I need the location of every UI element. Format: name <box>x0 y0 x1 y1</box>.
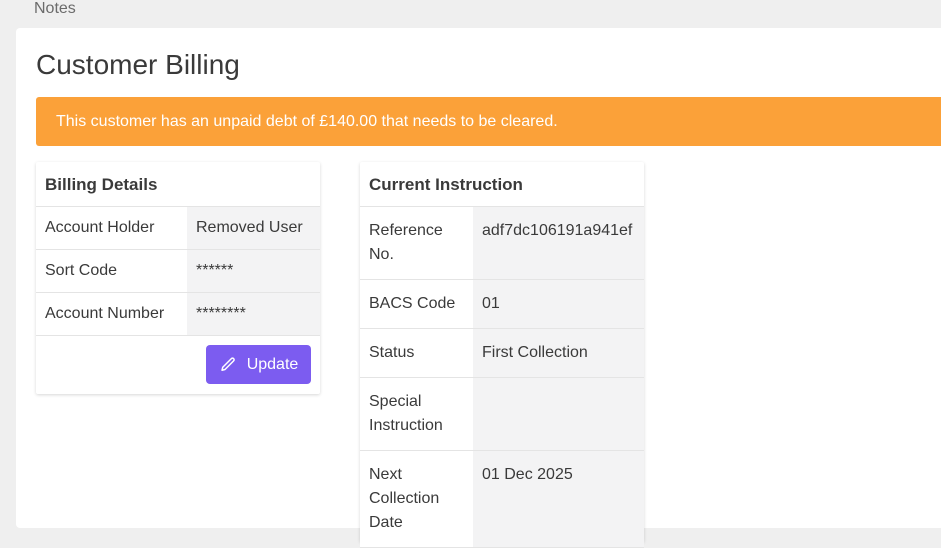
status-value: First Collection <box>473 329 644 377</box>
account-number-label: Account Number <box>36 293 187 335</box>
account-holder-value: Removed User <box>187 207 320 249</box>
sort-code-label: Sort Code <box>36 250 187 292</box>
special-instruction-value <box>473 378 644 450</box>
current-instruction-card: Current Instruction Reference No. adf7dc… <box>360 162 644 548</box>
table-row: BACS Code 01 <box>360 280 644 329</box>
reference-no-label: Reference No. <box>360 207 473 279</box>
main-panel: Customer Billing This customer has an un… <box>16 28 941 548</box>
debt-alert-banner: This customer has an unpaid debt of £140… <box>36 97 941 146</box>
update-button-label: Update <box>246 355 299 373</box>
table-row: Status First Collection <box>360 329 644 378</box>
table-row: Special Instruction <box>360 378 644 451</box>
table-row: Reference No. adf7dc106191a941ef <box>360 207 644 280</box>
reference-no-value: adf7dc106191a941ef <box>473 207 644 279</box>
pencil-icon <box>219 356 237 374</box>
table-row: Sort Code ****** <box>36 250 320 293</box>
status-label: Status <box>360 329 473 377</box>
special-instruction-label: Special Instruction <box>360 378 473 450</box>
next-collection-date-label: Next Collection Date <box>360 451 473 547</box>
table-row: Account Holder Removed User <box>36 207 320 250</box>
billing-details-header: Billing Details <box>36 162 320 207</box>
account-holder-label: Account Holder <box>36 207 187 249</box>
bacs-code-value: 01 <box>473 280 644 328</box>
table-row: Next Collection Date 01 Dec 2025 <box>360 451 644 548</box>
next-collection-date-value: 01 Dec 2025 <box>473 451 644 547</box>
sort-code-value: ****** <box>187 250 320 292</box>
account-number-value: ******** <box>187 293 320 335</box>
billing-details-card: Billing Details Account Holder Removed U… <box>36 162 320 394</box>
page-title: Customer Billing <box>36 49 240 80</box>
nav-notes-link[interactable]: Notes <box>34 0 76 17</box>
current-instruction-header: Current Instruction <box>360 162 644 207</box>
billing-card-footer: Update <box>36 336 320 392</box>
update-button[interactable]: Update <box>206 345 311 384</box>
bacs-code-label: BACS Code <box>360 280 473 328</box>
table-row: Account Number ******** <box>36 293 320 336</box>
